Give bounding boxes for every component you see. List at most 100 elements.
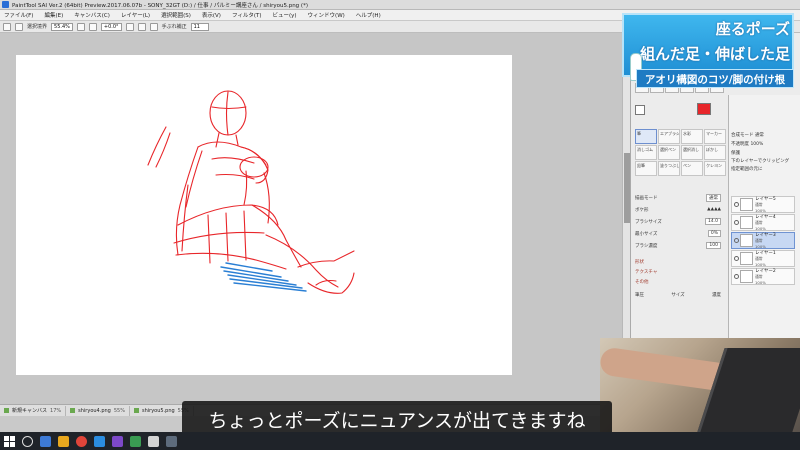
pen-tool[interactable]: ペン: [681, 161, 703, 176]
layer-row[interactable]: レイヤー1 通常 100%: [731, 250, 795, 267]
select-source-checkbox[interactable]: 指定範囲の元に: [731, 166, 799, 172]
brush-shape-row: ボケ形 ▲▲▲▲: [635, 205, 721, 214]
selection-eraser-tool[interactable]: 選択消し: [681, 145, 703, 160]
chrome-icon[interactable]: [76, 435, 87, 447]
layer-row-selected[interactable]: レイヤー3 通常 100%: [731, 232, 795, 249]
rotate-right-icon[interactable]: [137, 22, 146, 31]
eye-icon[interactable]: [734, 256, 739, 261]
menu-filter[interactable]: フィルタ(T): [232, 11, 262, 19]
layer-row[interactable]: レイヤー2 通常 100%: [731, 268, 795, 285]
shape-section-header[interactable]: 形状: [635, 259, 721, 267]
brush-tool-grid: 筆 エアブラシ 水彩 マーカー 消しゴム 選択ペン 選択消し ぼかし 鉛筆 塗り…: [635, 129, 727, 176]
doc-tab-label: shiryou4.png: [78, 407, 111, 414]
pencil-tool[interactable]: 鉛筆: [635, 161, 657, 176]
paint-tool-sai-icon[interactable]: [148, 435, 159, 447]
brush-tool[interactable]: 筆: [635, 129, 657, 144]
blend-mode-select[interactable]: 通常: [706, 193, 721, 202]
zoom-field[interactable]: 55.4%: [51, 22, 73, 31]
zoom-out-icon[interactable]: [76, 22, 85, 31]
eye-icon[interactable]: [734, 238, 739, 243]
store-icon[interactable]: [130, 435, 141, 447]
menu-canvas[interactable]: キャンバス(C): [74, 11, 110, 19]
bucket-tool[interactable]: 塗りつぶし: [658, 161, 680, 176]
menu-file[interactable]: ファイル(F): [4, 11, 33, 19]
menu-window[interactable]: ウィンドウ(W): [308, 11, 345, 19]
doc-tab-shiryou4[interactable]: shiryou4.png 55%: [66, 405, 130, 416]
airbrush-tool[interactable]: エアブラシ: [658, 129, 680, 144]
menu-view[interactable]: 表示(V): [202, 11, 221, 19]
eraser-tool[interactable]: 消しゴム: [635, 145, 657, 160]
undo-icon[interactable]: [3, 22, 11, 31]
edge-icon[interactable]: [40, 435, 51, 447]
blend-mode-row: 描画モード 通常: [635, 193, 721, 202]
brush-size-field[interactable]: 14.0: [704, 218, 721, 225]
drawing-canvas[interactable]: [16, 55, 512, 375]
windows-start-icon[interactable]: [4, 435, 15, 447]
angle-field[interactable]: +0.0°: [100, 22, 122, 31]
menu-selection[interactable]: 選択範囲(S): [161, 11, 191, 19]
title-bar: PaintTool SAI Ver.2 (64bit) Preview.2017…: [0, 0, 800, 10]
search-icon[interactable]: [22, 435, 33, 447]
file-explorer-icon[interactable]: [58, 435, 69, 447]
layer-row[interactable]: レイヤー4 通常 100%: [731, 214, 795, 231]
rotate-left-icon[interactable]: [125, 22, 134, 31]
zoom-in-icon[interactable]: [88, 22, 97, 31]
doc-tab-new-canvas[interactable]: 新規キャンバス 17%: [0, 405, 67, 416]
media-app-icon[interactable]: [112, 435, 123, 447]
layer-panel: 合成モード 通常 不透明度 100% 保護 下のレイヤーでクリッピング 指定範囲…: [728, 95, 800, 340]
clip-checkbox[interactable]: 下のレイヤーでクリッピング: [731, 158, 799, 164]
doc-tab-zoom: 55%: [113, 407, 125, 414]
subtitle-text: ちょっとポーズにニュアンスが出てきますね: [208, 409, 586, 432]
secondary-color-swatch[interactable]: [635, 105, 645, 115]
flip-icon[interactable]: [149, 22, 158, 31]
other-section-header[interactable]: その他: [635, 279, 721, 287]
windows-taskbar: [0, 432, 800, 450]
layer-opacity-label: 不透明度: [731, 142, 749, 147]
texture-section-header[interactable]: テクスチャ: [635, 269, 721, 277]
pressure-label: 筆圧: [635, 292, 644, 298]
stabilizer-field[interactable]: 11: [190, 22, 209, 31]
watercolor-tool[interactable]: 水彩: [681, 129, 703, 144]
banner-strip: アオリ構図のコツ/脚の付け根: [636, 69, 794, 88]
selection-pen-tool[interactable]: 選択ペン: [658, 145, 680, 160]
density-row: ブラシ濃度 100: [635, 241, 721, 250]
min-size-label: 最小サイズ: [635, 231, 658, 237]
eye-icon[interactable]: [734, 220, 739, 225]
density-field[interactable]: 100: [706, 242, 721, 249]
menu-layer[interactable]: レイヤー(L): [121, 11, 150, 19]
pressure-size-checkbox[interactable]: サイズ: [671, 292, 684, 298]
layer-thumbnail: [740, 270, 753, 283]
canvas-workspace[interactable]: [0, 33, 630, 404]
video-title-banner: 座るポーズ 組んだ足・伸ばした足 アオリ構図のコツ/脚の付け根: [622, 13, 794, 93]
min-size-field[interactable]: 0%: [707, 230, 721, 237]
redo-icon[interactable]: [15, 22, 23, 31]
obs-icon[interactable]: [166, 435, 177, 447]
marker-tool[interactable]: マーカー: [704, 129, 726, 144]
banner-title: 座るポーズ: [715, 20, 790, 38]
blur-tool[interactable]: ぼかし: [704, 145, 726, 160]
layer-thumbnail: [740, 234, 753, 247]
menu-help[interactable]: ヘルプ(H): [356, 11, 381, 19]
layer-thumbnail: [740, 252, 753, 265]
app-icon: [2, 1, 9, 8]
layer-blend-select[interactable]: 通常: [755, 133, 764, 138]
primary-color-swatch[interactable]: [697, 103, 711, 115]
brush-shape-icon[interactable]: ▲▲▲▲: [707, 207, 721, 212]
eye-icon[interactable]: [734, 202, 739, 207]
brush-size-label: ブラシサイズ: [635, 219, 662, 225]
menu-edit[interactable]: 編集(E): [44, 11, 63, 19]
doc-tab-zoom: 17%: [50, 407, 62, 414]
crayon-tool[interactable]: クレヨン: [704, 161, 726, 176]
figure-sketch: [147, 90, 355, 294]
layer-opacity: 100%: [755, 208, 766, 213]
mail-icon[interactable]: [94, 435, 105, 447]
pressure-density-checkbox[interactable]: 濃度: [712, 292, 721, 298]
layer-opacity: 100%: [755, 244, 766, 249]
layer-opacity: 100%: [755, 262, 766, 267]
layer-opacity-field[interactable]: 100%: [750, 142, 763, 147]
select-border-label[interactable]: 選択境界: [27, 23, 47, 30]
eye-icon[interactable]: [734, 274, 739, 279]
layer-row[interactable]: レイヤー5 通常 100%: [731, 196, 795, 213]
layer-thumbnail: [740, 198, 753, 211]
menu-view-y[interactable]: ビュー(y): [273, 11, 297, 19]
